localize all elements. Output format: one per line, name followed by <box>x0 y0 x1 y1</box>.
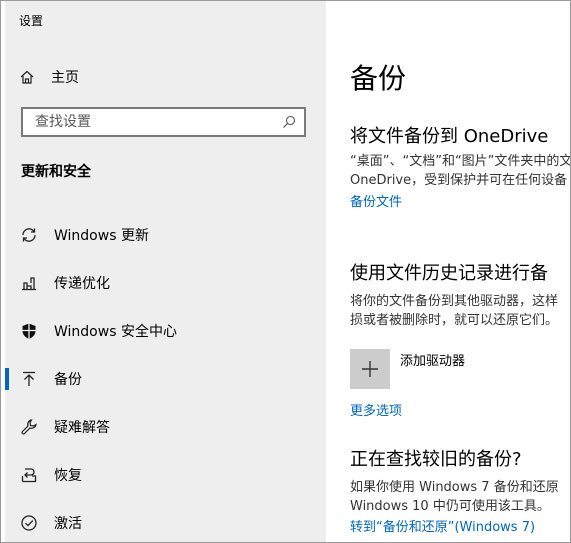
search-box[interactable] <box>21 107 306 137</box>
backup-restore-link[interactable]: 转到“备份和还原”(Windows 7) <box>350 516 535 535</box>
search-input[interactable] <box>33 113 257 131</box>
onedrive-desc-line1: “桌面”、“文档”和“图片”文件夹中的文 <box>350 154 571 169</box>
file-history-desc-line2: 损或者被删除时，就可以还原它们。 <box>350 313 559 328</box>
sidebar-item-windows-update[interactable]: Windows 更新 <box>5 211 326 259</box>
settings-window: 设置 主页 更新和安全 Windows 更新 <box>0 0 571 543</box>
plus-icon <box>361 360 379 378</box>
onedrive-desc-line2: OneDrive，受到保护并可在任何设备 <box>350 173 568 188</box>
sidebar-item-label: 疑难解答 <box>54 420 110 436</box>
add-drive-label[interactable]: 添加驱动器 <box>400 350 465 369</box>
sidebar-item-label: 激活 <box>54 516 82 532</box>
sidebar-item-home[interactable]: 主页 <box>19 63 319 91</box>
sidebar-item-recovery[interactable]: 恢复 <box>5 451 326 499</box>
home-icon <box>19 69 35 85</box>
recovery-icon <box>19 465 39 485</box>
add-drive-button[interactable] <box>350 349 390 389</box>
file-history-desc-line1: 将你的文件备份到其他驱动器，这样 <box>350 294 559 309</box>
sidebar-item-home-label: 主页 <box>51 70 79 86</box>
sidebar-item-troubleshoot[interactable]: 疑难解答 <box>5 403 326 451</box>
sidebar-nav: Windows 更新 传递优化 Windows 安全中心 备份 疑难解答 恢复 … <box>5 211 326 542</box>
refresh-icon <box>19 225 39 245</box>
older-backup-desc-line1: 如果你使用 Windows 7 备份和还原 <box>350 480 559 495</box>
sidebar-item-label: Windows 更新 <box>54 228 149 244</box>
main-content: 备份 将文件备份到 OneDrive “桌面”、“文档”和“图片”文件夹中的文 … <box>326 1 571 542</box>
search-icon[interactable] <box>282 115 296 129</box>
app-title: 设置 <box>19 14 44 28</box>
wrench-icon <box>19 417 39 437</box>
sidebar-item-activation[interactable]: 激活 <box>5 499 326 542</box>
older-backup-heading: 正在查找较旧的备份? <box>350 449 522 470</box>
onedrive-heading: 将文件备份到 OneDrive <box>350 126 549 147</box>
backup-files-link[interactable]: 备份文件 <box>350 191 402 210</box>
shield-icon <box>19 321 39 341</box>
sidebar: 设置 主页 更新和安全 Windows 更新 <box>5 1 326 542</box>
more-options-link[interactable]: 更多选项 <box>350 400 402 419</box>
sidebar-item-delivery-optimization[interactable]: 传递优化 <box>5 259 326 307</box>
sidebar-item-label: 传递优化 <box>54 276 110 292</box>
older-backup-desc-line2: Windows 10 中仍可使用该工具。 <box>350 499 550 514</box>
delivery-optimization-icon <box>19 273 39 293</box>
sidebar-item-label: Windows 安全中心 <box>54 324 177 340</box>
sidebar-item-label: 恢复 <box>54 468 82 484</box>
section-title: 更新和安全 <box>21 164 91 180</box>
sidebar-item-windows-security[interactable]: Windows 安全中心 <box>5 307 326 355</box>
sidebar-item-backup[interactable]: 备份 <box>5 355 326 403</box>
page-title: 备份 <box>350 62 407 95</box>
sidebar-item-label: 备份 <box>54 372 82 388</box>
backup-arrow-icon <box>19 369 39 389</box>
check-circle-icon <box>19 513 39 533</box>
file-history-heading: 使用文件历史记录进行备 <box>350 263 548 284</box>
